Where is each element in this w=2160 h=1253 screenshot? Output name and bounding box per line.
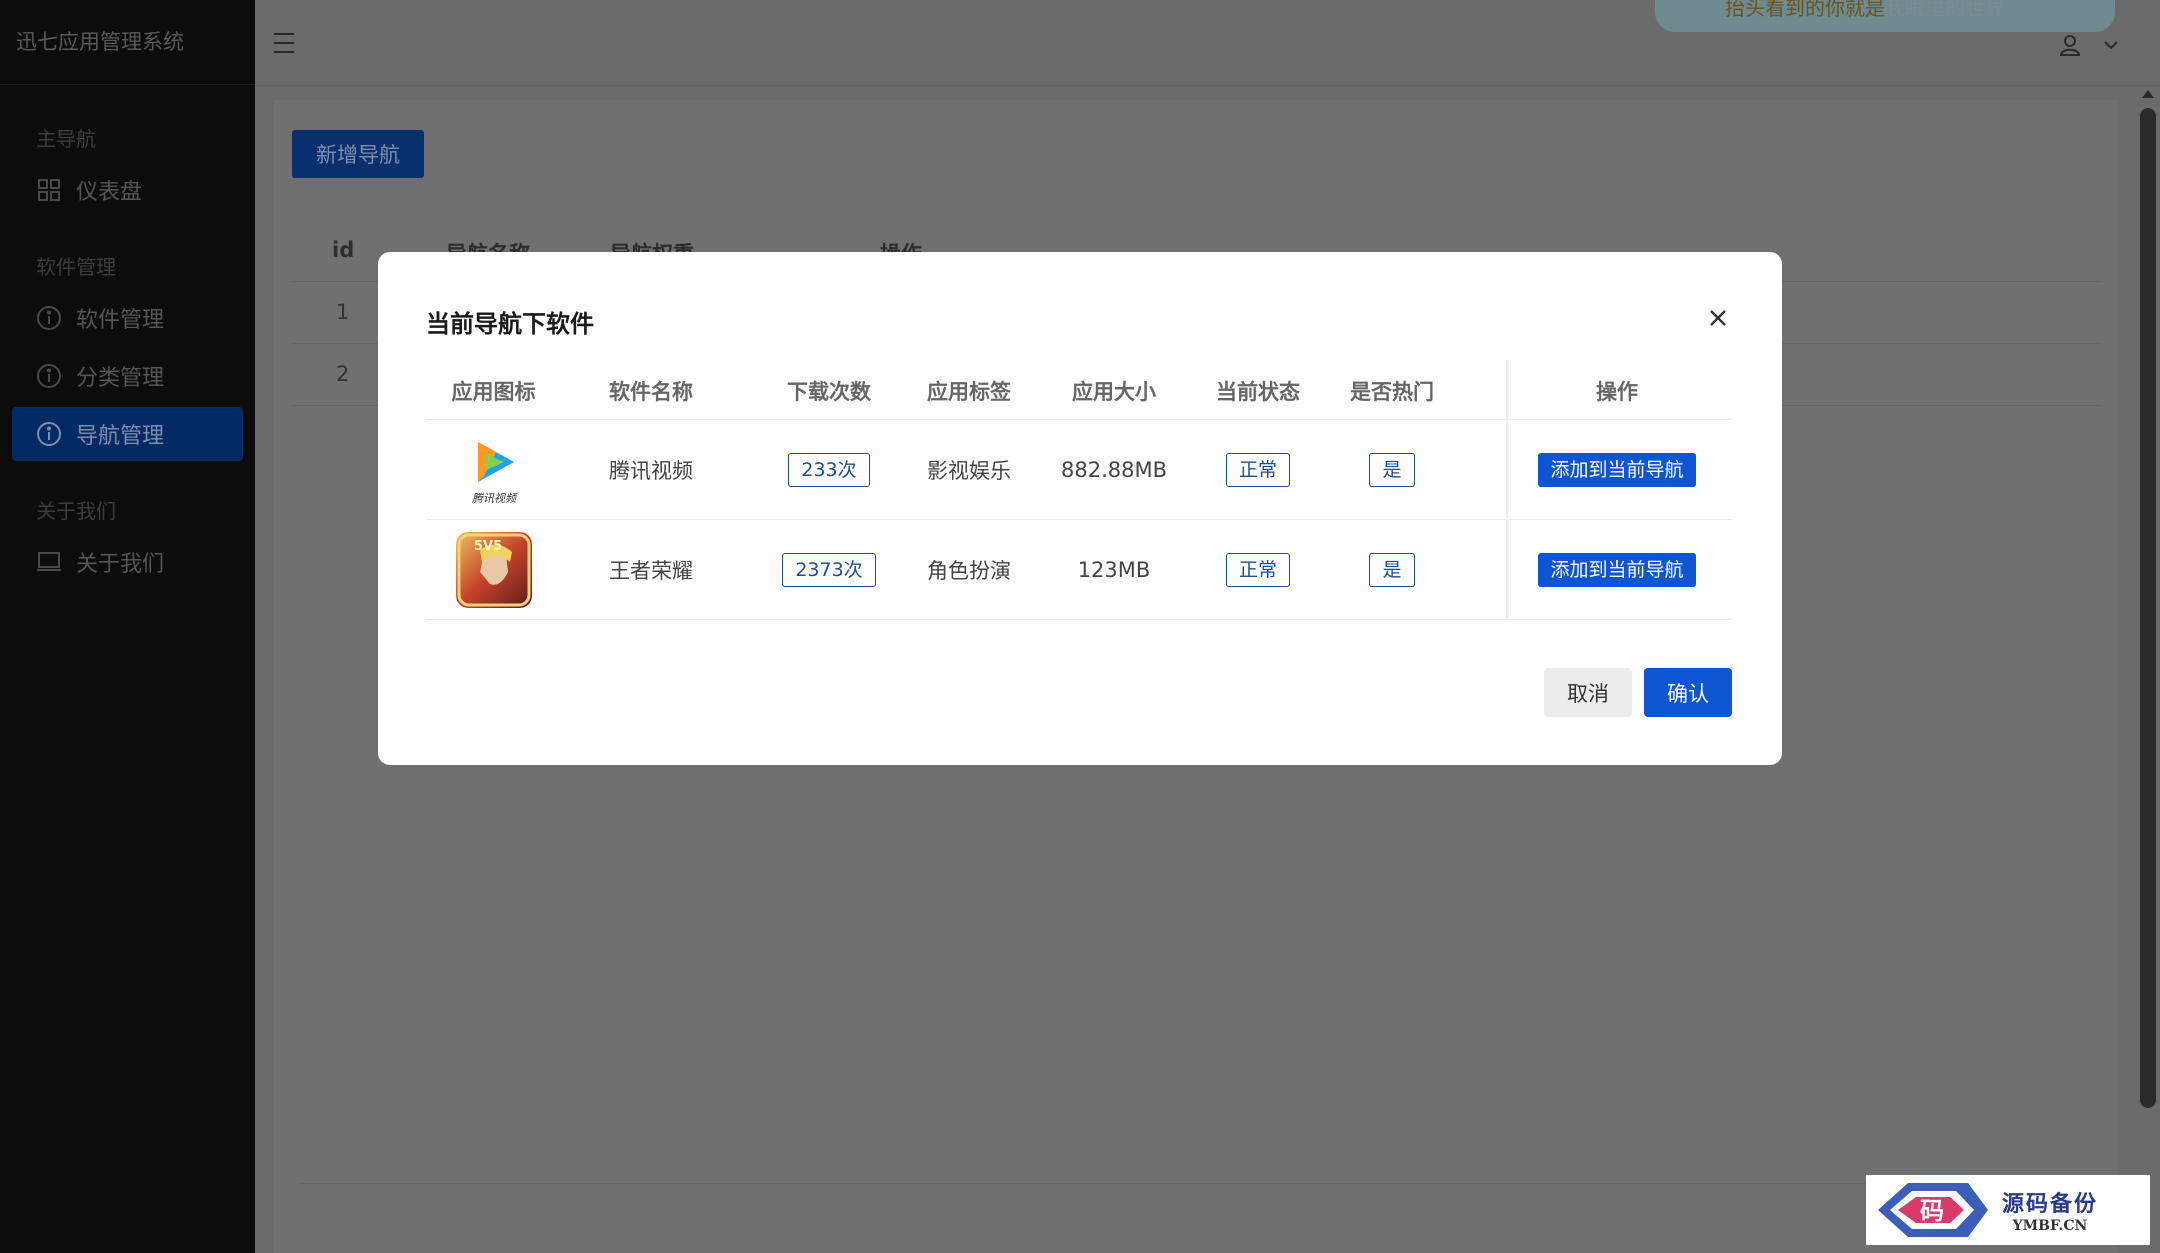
info-icon bbox=[36, 363, 62, 389]
sidebar-group-main: 主导航 bbox=[36, 127, 96, 151]
watermark-emblem-icon: 码 bbox=[1878, 1183, 1988, 1237]
column-header: 应用大小 bbox=[1072, 379, 1156, 404]
sidebar-item-navigation[interactable]: 导航管理 bbox=[12, 407, 243, 461]
sidebar-item-dashboard[interactable]: 仪表盘 bbox=[12, 163, 243, 217]
info-icon bbox=[36, 305, 62, 331]
sidebar-item-label: 导航管理 bbox=[76, 424, 165, 449]
status-badge: 正常 bbox=[1225, 452, 1290, 487]
app-tag: 影视娱乐 bbox=[927, 458, 1011, 483]
app-tag: 角色扮演 bbox=[927, 558, 1011, 583]
icon-caption: 5V5 bbox=[474, 539, 502, 554]
user-icon[interactable] bbox=[2058, 33, 2082, 57]
top-header: 抬头看到的你就是我眼里的世界 bbox=[255, 0, 2160, 86]
table-header: 应用图标 软件名称 下载次数 应用标签 应用大小 当前状态 是否热门 操作 bbox=[426, 362, 1732, 420]
column-header: 下载次数 bbox=[787, 379, 871, 404]
watermark-text: 源码备份 YMBF.CN bbox=[2002, 1186, 2098, 1234]
row-id: 2 bbox=[336, 362, 350, 386]
row-id: 1 bbox=[336, 300, 350, 324]
scrollbar-thumb[interactable] bbox=[2140, 108, 2156, 1108]
downloads-tag: 233次 bbox=[788, 452, 870, 487]
sidebar-item-software[interactable]: 软件管理 bbox=[12, 291, 243, 345]
cancel-button[interactable]: 取消 bbox=[1544, 668, 1632, 717]
laptop-icon bbox=[36, 549, 62, 575]
downloads-tag: 2373次 bbox=[782, 552, 876, 587]
watermark-logo-char: 码 bbox=[1920, 1197, 1944, 1225]
notice-text-faint: 我眼里的世界 bbox=[1885, 0, 2005, 20]
close-icon[interactable] bbox=[1706, 306, 1730, 330]
icon-caption: 腾讯视频 bbox=[472, 492, 518, 505]
status-badge: 正常 bbox=[1225, 552, 1290, 587]
downloads-cell: 2373次 bbox=[766, 520, 892, 619]
scrollbar[interactable] bbox=[2136, 90, 2160, 1253]
add-navigation-button[interactable]: 新增导航 bbox=[292, 130, 424, 178]
tencent-video-icon: 腾讯视频 bbox=[455, 431, 532, 508]
software-table: 应用图标 软件名称 下载次数 应用标签 应用大小 当前状态 是否热门 操作 腾讯… bbox=[426, 360, 1732, 620]
chevron-down-icon[interactable] bbox=[2102, 36, 2120, 54]
sidebar-item-label: 软件管理 bbox=[76, 308, 165, 333]
column-header: 软件名称 bbox=[609, 379, 693, 404]
hot-badge: 是 bbox=[1369, 552, 1415, 587]
modal-title: 当前导航下软件 bbox=[426, 310, 594, 338]
sidebar-item-category[interactable]: 分类管理 bbox=[12, 349, 243, 403]
grid-icon bbox=[36, 177, 62, 203]
column-header: 应用标签 bbox=[927, 379, 1011, 404]
app-size: 123MB bbox=[1077, 557, 1151, 582]
software-name: 腾讯视频 bbox=[609, 458, 693, 483]
sidebar-item-about[interactable]: 关于我们 bbox=[12, 535, 243, 589]
hot-cell: 是 bbox=[1330, 420, 1454, 519]
downloads-cell: 233次 bbox=[766, 420, 892, 519]
sidebar-group-about: 关于我们 bbox=[36, 499, 116, 523]
confirm-button[interactable]: 确认 bbox=[1644, 668, 1732, 717]
column-header: 应用图标 bbox=[451, 379, 536, 404]
info-icon bbox=[36, 421, 62, 447]
action-cell: 添加到当前导航 bbox=[1502, 520, 1732, 619]
status-cell: 正常 bbox=[1186, 420, 1330, 519]
sidebar-item-label: 分类管理 bbox=[76, 366, 165, 391]
watermark-en: YMBF.CN bbox=[2012, 1218, 2088, 1234]
column-header: id bbox=[332, 238, 355, 262]
notice-banner: 抬头看到的你就是我眼里的世界 bbox=[1655, 0, 2115, 32]
sidebar-item-label: 仪表盘 bbox=[76, 180, 143, 205]
column-header: 操作 bbox=[1596, 379, 1638, 404]
menu-toggle-icon[interactable] bbox=[270, 30, 298, 56]
column-header: 是否热门 bbox=[1350, 379, 1434, 404]
sidebar-item-label: 关于我们 bbox=[76, 552, 165, 577]
app-size: 882.88MB bbox=[1060, 457, 1167, 482]
sidebar: 迅七应用管理系统 主导航 仪表盘 软件管理 软件管理 分类管理 导航管理 关于我… bbox=[0, 0, 255, 1253]
watermark-cn: 源码备份 bbox=[2002, 1192, 2099, 1217]
watermark-logo: 码 源码备份 YMBF.CN bbox=[1866, 1175, 2150, 1245]
status-cell: 正常 bbox=[1186, 520, 1330, 619]
add-to-navigation-button[interactable]: 添加到当前导航 bbox=[1538, 452, 1696, 487]
app-title: 迅七应用管理系统 bbox=[0, 0, 255, 85]
table-row: 5V5 王者荣耀 2373次 角色扮演 123MB 正常 是 添加到当前导航 bbox=[426, 520, 1732, 620]
sidebar-group-software: 软件管理 bbox=[36, 255, 116, 279]
honor-of-kings-icon: 5V5 bbox=[455, 531, 532, 608]
notice-text: 抬头看到的你就是 bbox=[1725, 0, 1885, 20]
table-row: 腾讯视频 腾讯视频 233次 影视娱乐 882.88MB 正常 是 添加到当前导… bbox=[426, 420, 1732, 520]
app-icon-cell: 5V5 bbox=[426, 520, 561, 619]
app-icon-cell: 腾讯视频 bbox=[426, 420, 561, 519]
column-header: 当前状态 bbox=[1216, 379, 1300, 404]
action-cell: 添加到当前导航 bbox=[1502, 420, 1732, 519]
hot-cell: 是 bbox=[1330, 520, 1454, 619]
add-to-navigation-button[interactable]: 添加到当前导航 bbox=[1538, 552, 1696, 587]
software-name: 王者荣耀 bbox=[609, 558, 693, 583]
scroll-up-icon[interactable] bbox=[2142, 90, 2154, 98]
software-modal: 当前导航下软件 应用图标 软件名称 下载次数 应用标签 应用大小 当前状态 是否… bbox=[378, 252, 1782, 765]
divider bbox=[300, 1183, 2110, 1184]
hot-badge: 是 bbox=[1369, 452, 1415, 487]
